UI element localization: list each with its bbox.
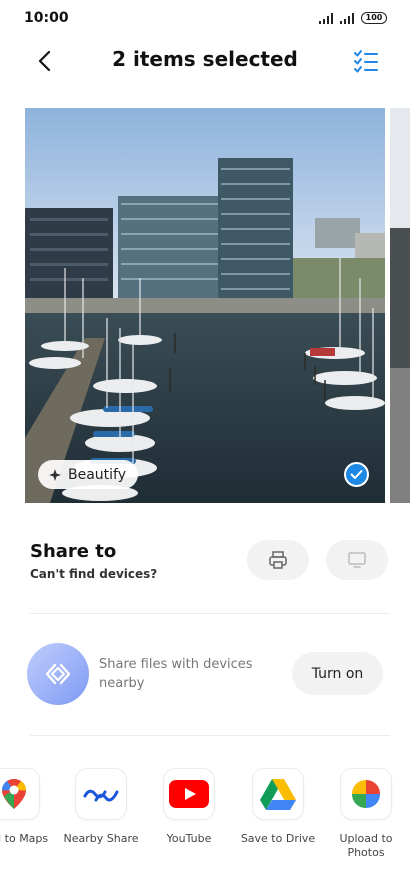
photo-strip	[0, 108, 410, 503]
nearby-share-icon	[83, 789, 119, 802]
next-photo-preview[interactable]	[390, 108, 410, 503]
signal-icon	[319, 12, 336, 24]
checklist-icon	[354, 50, 378, 73]
google-drive-icon	[260, 779, 296, 810]
app-label: Save to Drive	[240, 832, 316, 845]
battery-level: 100	[365, 13, 383, 22]
beautify-label: Beautify	[68, 466, 127, 483]
status-time: 10:00	[24, 10, 69, 26]
app-save-to-drive[interactable]: Save to Drive	[238, 768, 318, 878]
app-add-to-maps[interactable]: Add to Maps	[0, 768, 54, 878]
monitor-icon	[348, 552, 366, 568]
cast-screen-button[interactable]	[326, 540, 388, 580]
app-upload-to-photos[interactable]: Upload to Photos	[326, 768, 406, 878]
app-label: Nearby Share	[63, 832, 139, 845]
printer-icon	[269, 551, 287, 569]
select-all-button[interactable]	[351, 46, 381, 76]
divider	[30, 735, 390, 736]
app-label: Upload to Photos	[339, 832, 393, 859]
nearby-share-badge	[27, 643, 89, 705]
harbor-photo	[25, 108, 385, 503]
app-label: YouTube	[166, 832, 212, 845]
check-icon	[350, 470, 363, 479]
nearby-description: Share files with devices nearby	[99, 657, 253, 691]
app-nearby-share[interactable]: Nearby Share	[61, 768, 141, 878]
cant-find-devices-link[interactable]: Can't find devices?	[30, 567, 157, 581]
selected-photo[interactable]	[25, 108, 385, 503]
next-photo-image	[390, 108, 410, 503]
signal-icon	[340, 12, 357, 24]
app-label: Add to Maps	[0, 832, 49, 845]
page-title: 2 items selected	[112, 47, 298, 71]
google-maps-icon	[2, 779, 26, 809]
turn-on-button[interactable]: Turn on	[292, 652, 383, 695]
print-button[interactable]	[247, 540, 309, 580]
app-youtube[interactable]: YouTube	[149, 768, 229, 878]
nearby-share-icon	[45, 663, 71, 685]
youtube-icon	[169, 780, 209, 808]
header: 2 items selected	[0, 36, 410, 86]
beautify-button[interactable]: Beautify	[38, 460, 139, 489]
selection-check[interactable]	[344, 462, 369, 487]
battery-indicator: 100	[361, 12, 387, 24]
status-bar: 10:00 100	[0, 0, 410, 36]
google-photos-icon	[352, 780, 380, 808]
divider	[30, 613, 390, 614]
beautify-icon	[49, 468, 61, 481]
share-to-heading: Share to	[30, 541, 117, 562]
